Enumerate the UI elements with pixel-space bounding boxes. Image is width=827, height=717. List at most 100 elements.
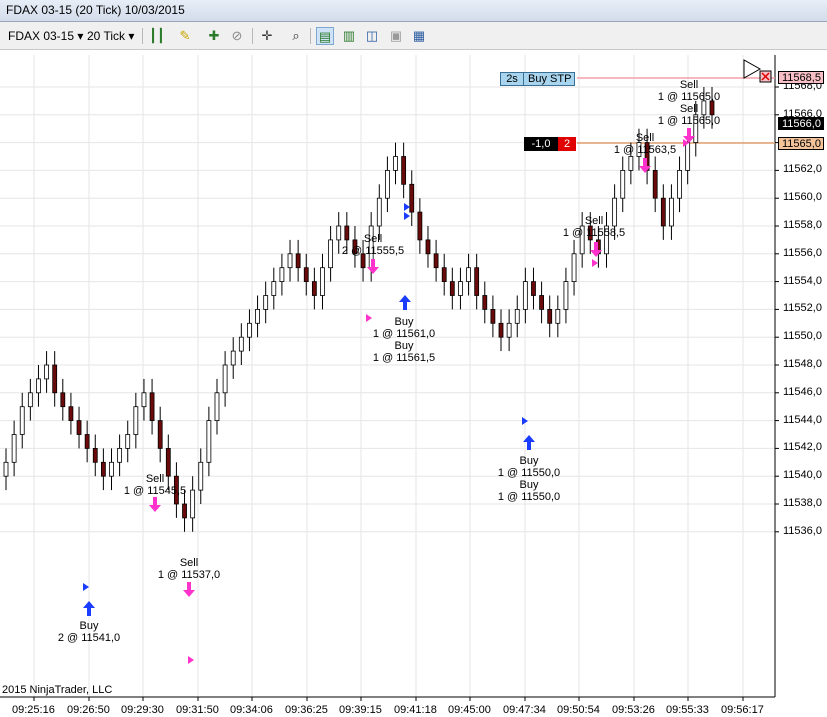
- candle-body: [498, 322, 504, 338]
- candle-body: [222, 364, 228, 394]
- current-price-label: 11566,0: [778, 117, 824, 130]
- candle-body: [466, 267, 471, 283]
- candle-body: [409, 183, 415, 213]
- chart-toolbar: FDAX 03-15 ▾ 20 Tick ▾ ┃┃ ✎ ✚ ⊘ ✛ ⌕ ▤ ▥ …: [0, 22, 827, 50]
- position-pnl: -1,0: [524, 137, 558, 151]
- sell-arrow-shaft: [153, 497, 157, 505]
- buy-arrow-head: [399, 295, 411, 302]
- candle-body: [206, 420, 212, 463]
- candle-body: [149, 392, 155, 421]
- candle-body: [458, 281, 463, 296]
- data-series-icon[interactable]: ▥: [340, 27, 358, 45]
- candle-body: [393, 156, 398, 171]
- fill-marker: [404, 203, 410, 211]
- price-label: 11538,0: [783, 497, 822, 509]
- candle-body: [141, 392, 147, 408]
- stop-order-marker[interactable]: 2s Buy STP: [500, 72, 575, 86]
- buy-arrow-shaft: [527, 442, 531, 450]
- candle-body: [320, 267, 325, 296]
- candle-body: [522, 281, 528, 310]
- candle-body: [506, 322, 512, 338]
- position-qty: 2: [558, 137, 576, 151]
- strategies-icon[interactable]: ▣: [387, 27, 405, 45]
- candle-body: [279, 267, 285, 283]
- price-label: 11550,0: [783, 330, 822, 343]
- candle-body: [685, 142, 691, 171]
- candle-body: [401, 156, 407, 185]
- chart-trader-icon[interactable]: ▤: [316, 27, 334, 45]
- candle-body: [60, 392, 66, 408]
- time-label: 09:34:06: [230, 704, 273, 716]
- trade-annotation-sell-5: Sell 1 @ 11563,5: [613, 132, 677, 156]
- buy-arrow-head: [83, 601, 95, 608]
- time-label: 09:50:54: [557, 704, 600, 716]
- price-label: 11540,0: [783, 469, 822, 482]
- candle-body: [539, 295, 544, 310]
- candle-body: [555, 308, 561, 324]
- sell-arrow-shaft: [187, 582, 191, 590]
- order-qty: 2s: [501, 73, 524, 85]
- time-label: 09:53:26: [612, 704, 655, 716]
- price-label: 11558,0: [783, 219, 822, 231]
- stop-price-label: 11568,5: [778, 71, 824, 84]
- candle-body: [287, 253, 293, 269]
- order-type: Buy STP: [528, 73, 572, 85]
- window-title: FDAX 03-15 (20 Tick) 10/03/2015: [6, 3, 185, 17]
- candle-body: [677, 169, 682, 199]
- candle-body: [44, 364, 49, 380]
- candle-body: [417, 211, 423, 241]
- candle-body: [474, 267, 480, 296]
- candle-body: [433, 253, 439, 269]
- candle-body: [84, 434, 90, 449]
- scroll-right-icon: [743, 59, 762, 79]
- zoom-out-icon[interactable]: ⊘: [228, 27, 246, 45]
- time-label: 09:31:50: [176, 704, 219, 716]
- price-label: 11548,0: [783, 358, 822, 370]
- copyright-text: 2015 NinjaTrader, LLC: [2, 684, 113, 696]
- candle-body: [271, 281, 277, 296]
- drawing-tool-icon[interactable]: ✎: [176, 27, 194, 45]
- position-marker[interactable]: -1,0 2: [524, 137, 576, 151]
- trade-annotation-buy-3: Buy 1 @ 11550,0 Buy 1 @ 11550,0: [497, 455, 561, 503]
- time-label: 09:26:50: [67, 704, 110, 716]
- candle-body: [669, 197, 674, 227]
- price-chart[interactable]: [0, 50, 827, 717]
- candle-body: [182, 503, 187, 519]
- bar-type-icon[interactable]: ┃┃: [148, 27, 166, 45]
- candle-body: [490, 308, 496, 324]
- sell-arrow-shaft: [643, 158, 647, 166]
- candle-body: [514, 308, 520, 324]
- time-label: 09:29:30: [121, 704, 164, 716]
- candle-body: [157, 420, 163, 449]
- properties-icon[interactable]: ▦: [410, 27, 428, 45]
- candle-body: [385, 169, 390, 199]
- price-label: 11556,0: [783, 246, 822, 259]
- sell-arrow-shaft: [687, 128, 691, 136]
- candle-body: [652, 169, 658, 199]
- candle-body: [238, 336, 244, 352]
- time-label: 09:47:34: [503, 704, 546, 716]
- interval-selector[interactable]: 20 Tick ▾: [87, 27, 134, 45]
- candle-body: [376, 197, 382, 227]
- trade-annotation-buy-1: Buy 2 @ 11541,0: [57, 620, 121, 644]
- candle-body: [68, 406, 74, 422]
- crosshair-icon[interactable]: ✛: [258, 27, 276, 45]
- candle-body: [425, 239, 431, 255]
- magnifier-icon[interactable]: ⌕: [287, 27, 305, 45]
- indicators-icon[interactable]: ◫: [363, 27, 381, 45]
- candle-body: [547, 308, 553, 324]
- candle-body: [620, 169, 626, 199]
- candle-body: [76, 420, 82, 435]
- trade-annotation-sell-1: Sell 1 @ 11545,5: [123, 473, 187, 497]
- trade-annotation-sell-2: Sell 1 @ 11537,0: [157, 557, 221, 581]
- candle-body: [449, 281, 455, 296]
- candle-body: [628, 156, 634, 171]
- candle-body: [214, 392, 220, 421]
- candle-body: [133, 406, 139, 435]
- time-label: 09:56:17: [721, 704, 764, 716]
- zoom-in-icon[interactable]: ✚: [205, 27, 223, 45]
- candle-body: [230, 350, 236, 366]
- instrument-selector[interactable]: FDAX 03-15 ▾: [8, 27, 83, 45]
- time-label: 09:55:33: [666, 704, 709, 716]
- title-bar: FDAX 03-15 (20 Tick) 10/03/2015: [0, 0, 827, 22]
